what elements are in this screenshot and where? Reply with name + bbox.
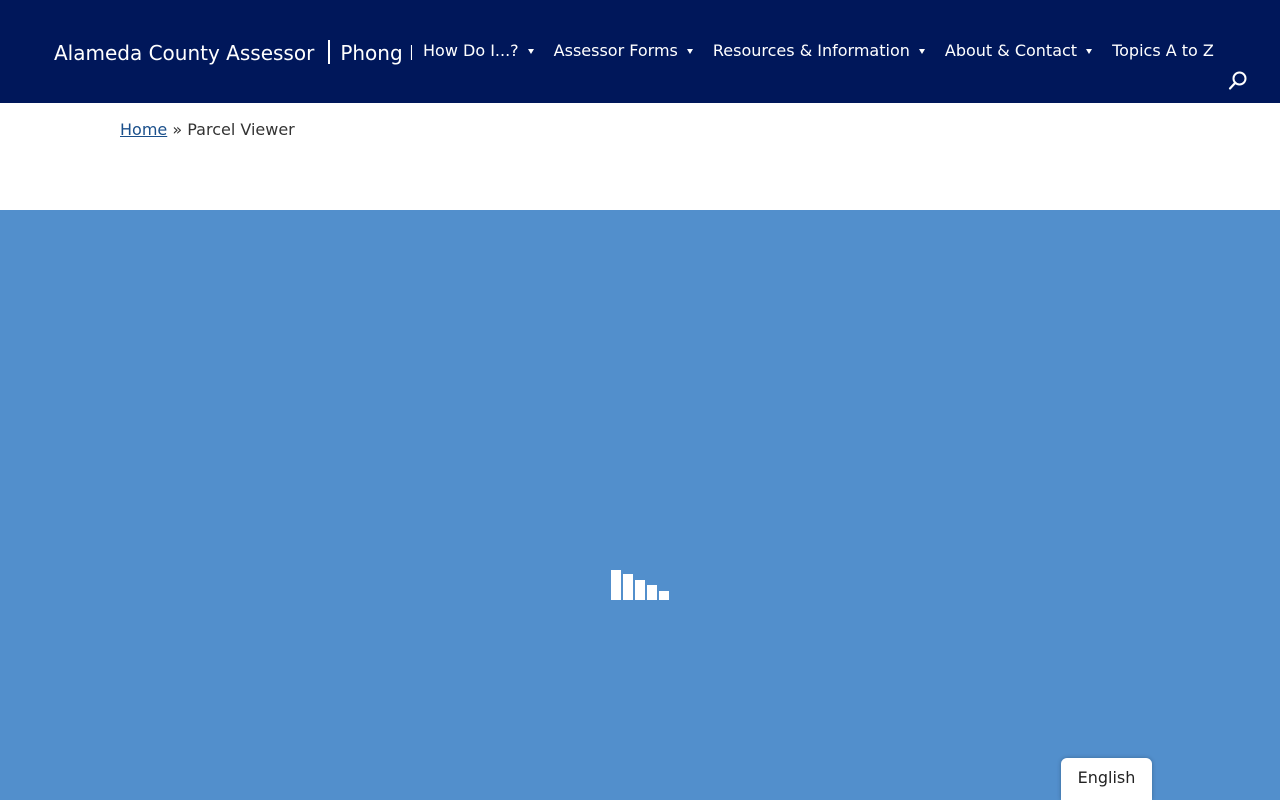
nav-item-about-contact[interactable]: About & Contact <box>944 40 1093 62</box>
main-nav: How Do I...? Assessor Forms Resources & … <box>423 40 1214 62</box>
nav-item-label: About & Contact <box>944 41 1078 60</box>
caret-down-icon <box>686 49 693 54</box>
assessor-name: Phong L <box>340 41 412 65</box>
nav-item-label: Resources & Information <box>712 41 910 60</box>
search-icon <box>1228 71 1247 90</box>
language-selected: English <box>1077 768 1136 787</box>
nav-item-resources-information[interactable]: Resources & Information <box>713 40 925 62</box>
language-selector[interactable]: English <box>1061 758 1152 800</box>
nav-item-assessor-forms[interactable]: Assessor Forms <box>554 40 693 62</box>
search-button[interactable] <box>1227 70 1249 92</box>
breadcrumb-current: Parcel Viewer <box>187 120 295 139</box>
nav-item-how-do-i[interactable]: How Do I...? <box>423 40 534 62</box>
site-header: Alameda County Assessor Phong L How Do I.… <box>0 0 1280 103</box>
parcel-viewer-map[interactable] <box>0 210 1280 800</box>
breadcrumb: Home » Parcel Viewer <box>120 119 295 141</box>
nav-item-topics-a-to-z[interactable]: Topics A to Z <box>1112 40 1214 62</box>
site-logo[interactable]: Alameda County Assessor Phong L <box>54 38 412 68</box>
loading-bars-icon <box>611 570 669 600</box>
breadcrumb-separator: » <box>172 120 183 139</box>
caret-down-icon <box>527 49 534 54</box>
breadcrumb-home-link[interactable]: Home <box>120 120 167 139</box>
nav-item-label: Topics A to Z <box>1112 41 1214 60</box>
caret-down-icon <box>1086 49 1093 54</box>
title-divider <box>328 40 331 64</box>
nav-item-label: Assessor Forms <box>553 41 678 60</box>
site-title: Alameda County Assessor <box>54 41 315 65</box>
caret-down-icon <box>918 49 925 54</box>
nav-item-label: How Do I...? <box>423 41 519 60</box>
